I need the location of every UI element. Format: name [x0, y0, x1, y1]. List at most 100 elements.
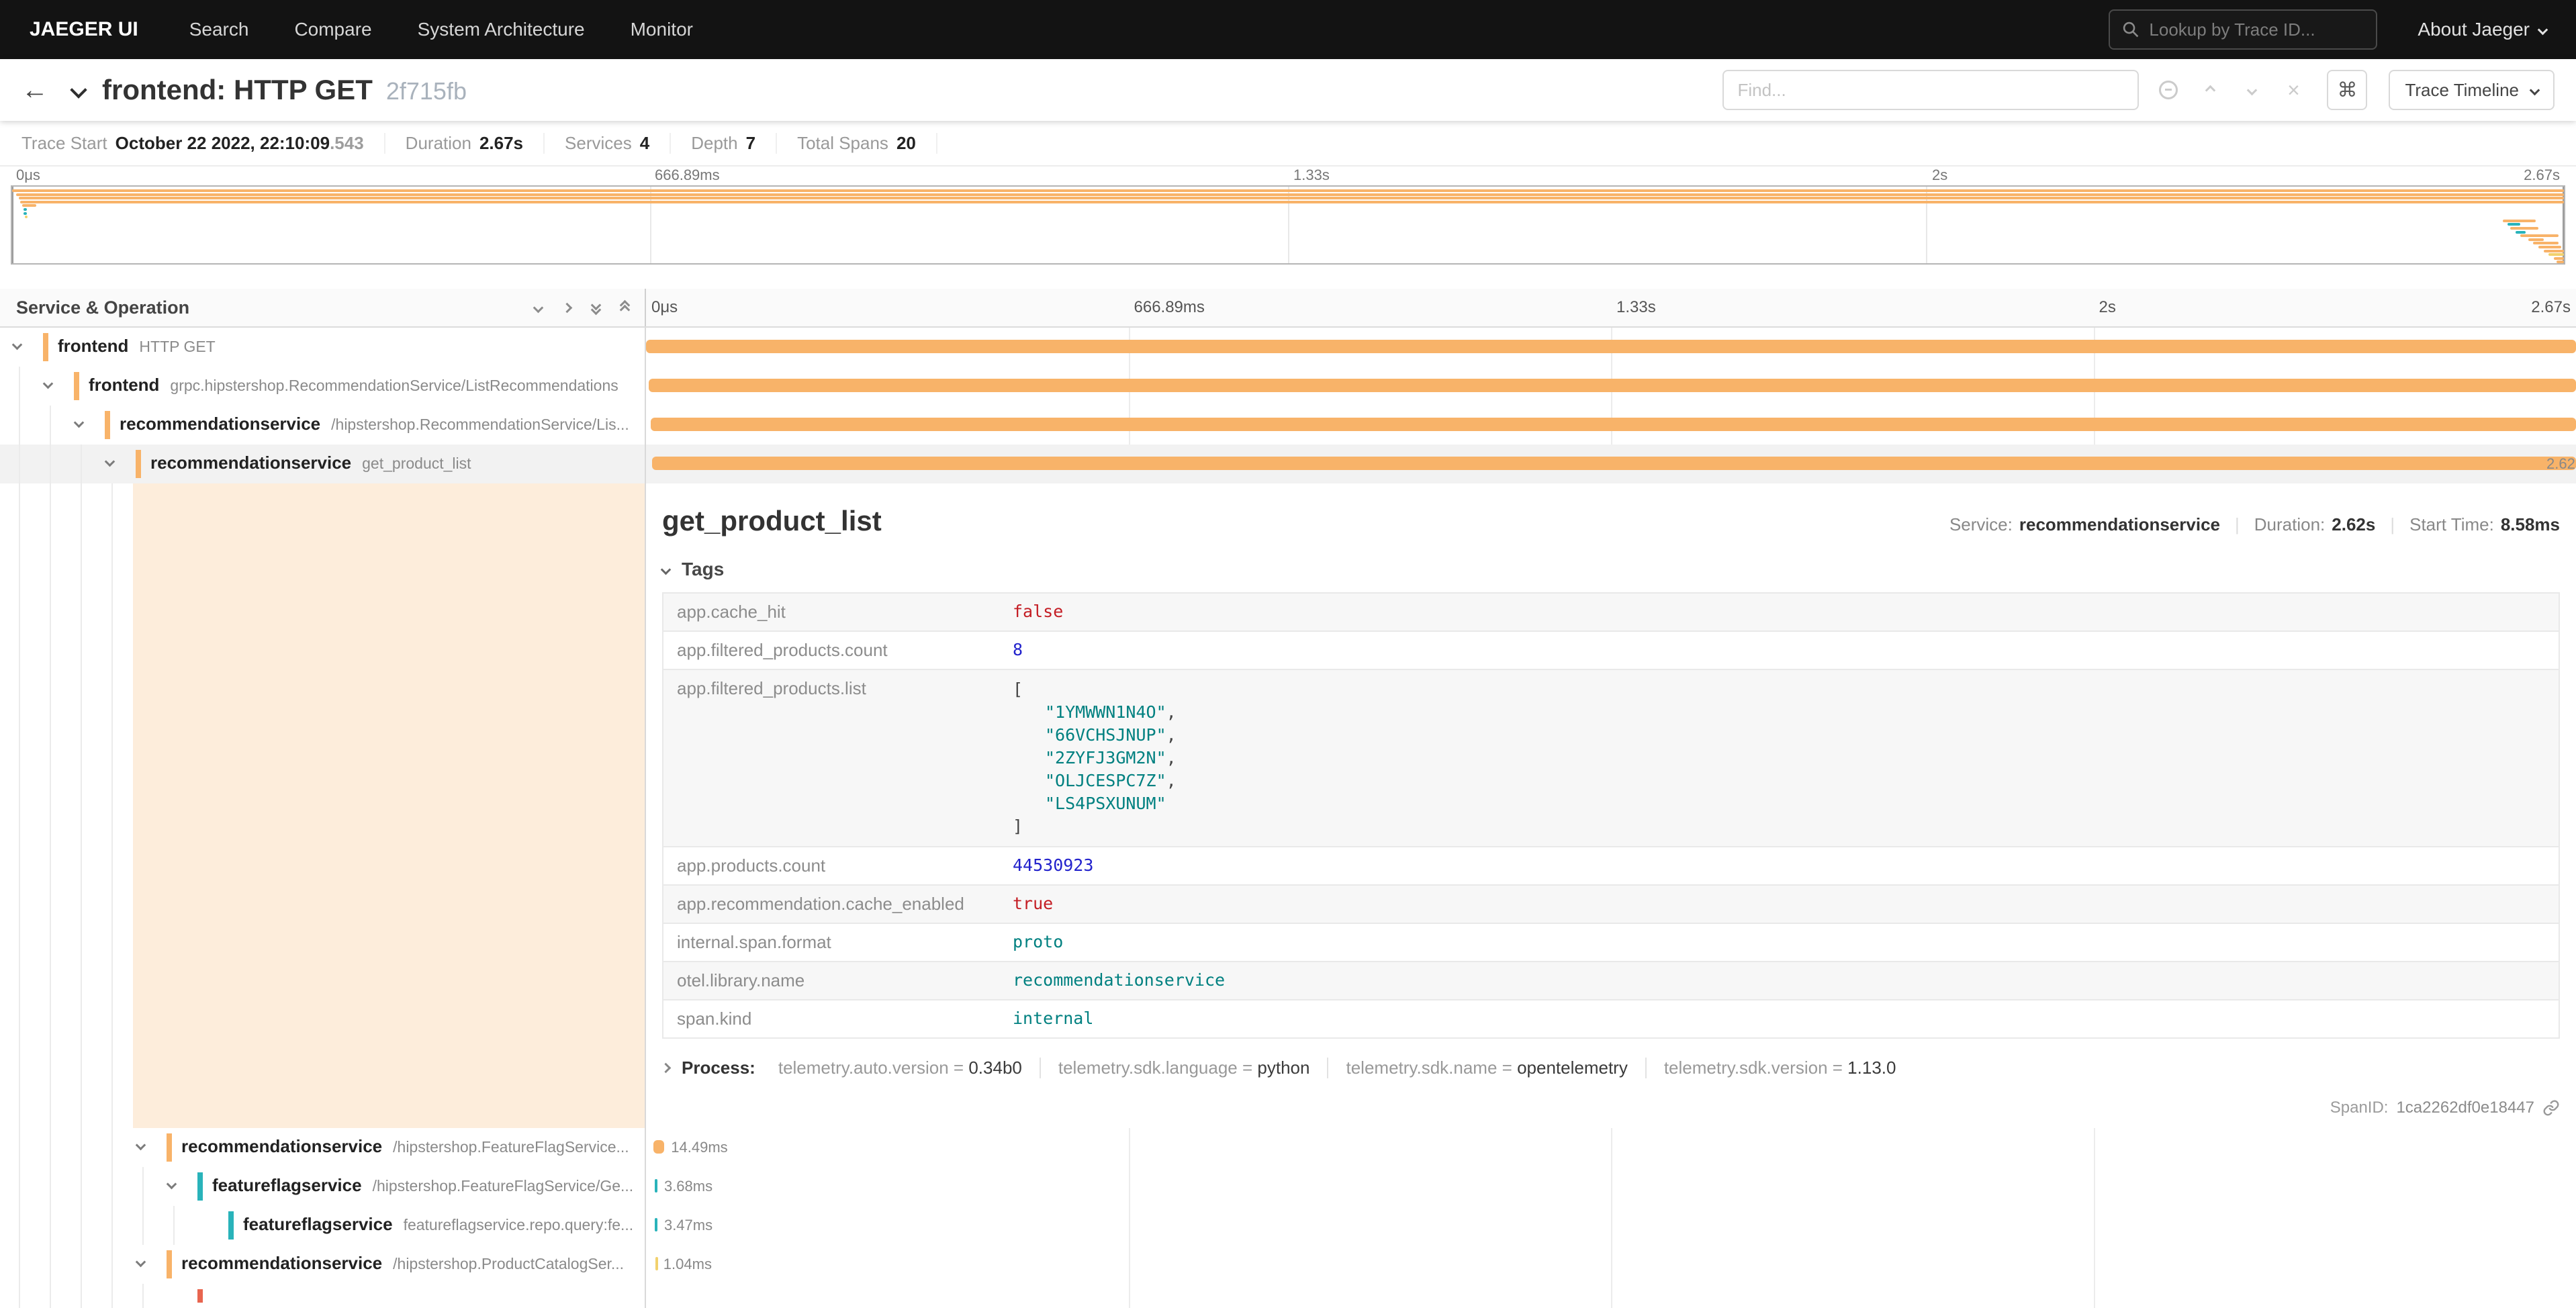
about-jaeger-menu[interactable]: About Jaeger: [2418, 19, 2546, 40]
span-bar[interactable]: [652, 457, 2576, 470]
nav-item-monitor[interactable]: Monitor: [631, 19, 693, 40]
span-name[interactable]: featureflagservicefeatureflagservice.rep…: [228, 1211, 645, 1240]
span-track[interactable]: 3.68ms: [646, 1167, 2576, 1206]
span-name[interactable]: recommendationservice/hipstershop.Featur…: [167, 1133, 645, 1162]
prev-result-button[interactable]: [2198, 87, 2222, 94]
span-track[interactable]: 14.49ms: [646, 1128, 2576, 1167]
span-bar[interactable]: [651, 418, 2576, 431]
span-name-cell[interactable]: recommendationserviceget_product_list: [0, 445, 645, 483]
back-button[interactable]: ←: [21, 77, 48, 103]
expand-all-icon[interactable]: [621, 301, 629, 314]
span-name-cell[interactable]: recommendationservice/hipstershop.Produc…: [0, 1245, 645, 1284]
operation-name: /hipstershop.RecommendationService/Lis..…: [331, 416, 629, 434]
indent-guide: [50, 1167, 51, 1206]
span-name-cell[interactable]: [0, 1284, 645, 1308]
next-result-button[interactable]: [2240, 87, 2264, 94]
span-name-cell[interactable]: recommendationservice/hipstershop.Recomm…: [0, 406, 645, 445]
indent-guide: [81, 1245, 82, 1284]
span-name[interactable]: recommendationserviceget_product_list: [136, 450, 645, 478]
trace-id-search-input[interactable]: Lookup by Trace ID...: [2109, 9, 2377, 50]
nav-item-system-architecture[interactable]: System Architecture: [418, 19, 585, 40]
span-track[interactable]: [646, 367, 2576, 406]
find-input[interactable]: Find...: [1722, 70, 2139, 110]
summary-item: Trace StartOctober 22 2022, 22:10:09.543: [21, 133, 385, 154]
span-track[interactable]: 2.62s: [646, 445, 2576, 483]
span-track[interactable]: [646, 328, 2576, 367]
minimap-span: [19, 197, 2565, 199]
trace-title-expander[interactable]: [73, 84, 85, 96]
indent-guide: [19, 1245, 20, 1284]
tags-table: app.cache_hitfalse app.filtered_products.…: [662, 592, 2560, 1039]
chevron-down-icon: [2538, 24, 2548, 35]
span-bar[interactable]: [655, 1257, 658, 1270]
summary-label: Trace Start: [21, 133, 107, 154]
span-name[interactable]: [197, 1289, 645, 1303]
tag-row: otel.library.namerecommendationservice: [663, 962, 2559, 1000]
process-label: Process:: [682, 1058, 755, 1078]
tag-row: app.cache_hitfalse: [663, 594, 2559, 632]
nav-item-search[interactable]: Search: [189, 19, 249, 40]
expand-one-icon[interactable]: [563, 304, 571, 312]
trace-view-selector[interactable]: Trace Timeline: [2389, 70, 2555, 110]
minimap-span: [25, 216, 28, 218]
span-bar[interactable]: [653, 1140, 664, 1154]
span-bar[interactable]: [655, 1179, 657, 1193]
tag-row: app.filtered_products.list["1YMWWN1N4O",…: [663, 670, 2559, 847]
span-name[interactable]: featureflagservice/hipstershop.FeatureFl…: [197, 1172, 645, 1201]
span-name-cell[interactable]: featureflagservice/hipstershop.FeatureFl…: [0, 1167, 645, 1206]
time-tick: 2.67s: [2524, 167, 2560, 184]
span-name[interactable]: frontendgrpc.hipstershop.RecommendationS…: [74, 372, 645, 400]
timeline-minimap[interactable]: [11, 185, 2565, 265]
span-name-cell[interactable]: recommendationservice/hipstershop.Featur…: [0, 1128, 645, 1167]
span-name-cell[interactable]: featureflagservicefeatureflagservice.rep…: [0, 1206, 645, 1245]
about-label: About Jaeger: [2418, 19, 2530, 40]
row-expander-icon[interactable]: [137, 1141, 144, 1149]
process-accordion-header[interactable]: Process: telemetry.auto.version = 0.34b0…: [662, 1058, 2560, 1078]
row-expander-icon[interactable]: [137, 1258, 144, 1266]
minimap-span: [16, 193, 2564, 196]
span-name[interactable]: recommendationservice/hipstershop.Recomm…: [105, 411, 645, 439]
timeline-header: Service & Operation 0μs666.89ms1.33s2s2.…: [0, 289, 2576, 328]
process-attribute: telemetry.sdk.language = python: [1040, 1058, 1328, 1078]
indent-guide: [19, 445, 20, 483]
span-bar[interactable]: [649, 379, 2576, 392]
span-name-cell[interactable]: frontendHTTP GET: [0, 328, 645, 367]
minimap-left-handle[interactable]: [12, 187, 13, 263]
span-track[interactable]: [646, 406, 2576, 445]
clear-find-button[interactable]: ×: [2281, 79, 2305, 101]
duration-label: Duration:: [2254, 514, 2326, 535]
tag-key: app.cache_hit: [663, 594, 999, 630]
collapse-all-icon[interactable]: [592, 301, 600, 314]
row-expander-icon[interactable]: [106, 458, 113, 465]
keyboard-shortcuts-button[interactable]: ⌘: [2327, 70, 2367, 110]
row-expander-icon[interactable]: [13, 341, 21, 348]
tag-value: 8: [999, 632, 2559, 669]
row-expander-icon[interactable]: [168, 1180, 175, 1188]
span-name[interactable]: frontendHTTP GET: [43, 333, 645, 361]
indent-guide: [50, 1206, 51, 1245]
row-expander-icon[interactable]: [44, 380, 52, 387]
tags-accordion-header[interactable]: Tags: [662, 559, 2560, 580]
trace-summary-bar: Trace StartOctober 22 2022, 22:10:09.543…: [0, 121, 2576, 167]
span-track[interactable]: 3.47ms: [646, 1206, 2576, 1245]
zoom-out-button[interactable]: [2156, 81, 2180, 99]
span-name-cell[interactable]: frontendgrpc.hipstershop.RecommendationS…: [0, 367, 645, 406]
span-bar[interactable]: [646, 340, 2576, 353]
link-icon[interactable]: [2542, 1099, 2560, 1117]
timeline-header-ticks: 0μs666.89ms1.33s2s2.67s: [646, 289, 2576, 326]
span-track[interactable]: [646, 1284, 2576, 1308]
collapse-one-icon[interactable]: [535, 304, 542, 312]
chevron-down-icon: [70, 81, 87, 98]
span-bars-column: 2.62s get_product_list Service:recommend…: [646, 328, 2576, 1308]
row-expander-icon[interactable]: [75, 419, 83, 426]
span-track[interactable]: 1.04ms: [646, 1245, 2576, 1284]
minimap-span: [2503, 220, 2536, 222]
minimap-span: [2516, 231, 2526, 234]
span-name[interactable]: recommendationservice/hipstershop.Produc…: [167, 1250, 645, 1278]
nav-item-compare[interactable]: Compare: [294, 19, 371, 40]
minimap-span: [24, 208, 28, 211]
operation-name: grpc.hipstershop.RecommendationService/L…: [170, 377, 618, 395]
span-bar[interactable]: [655, 1218, 657, 1231]
tag-key: app.filtered_products.list: [663, 670, 999, 846]
app-logo[interactable]: JAEGER UI: [30, 18, 138, 41]
